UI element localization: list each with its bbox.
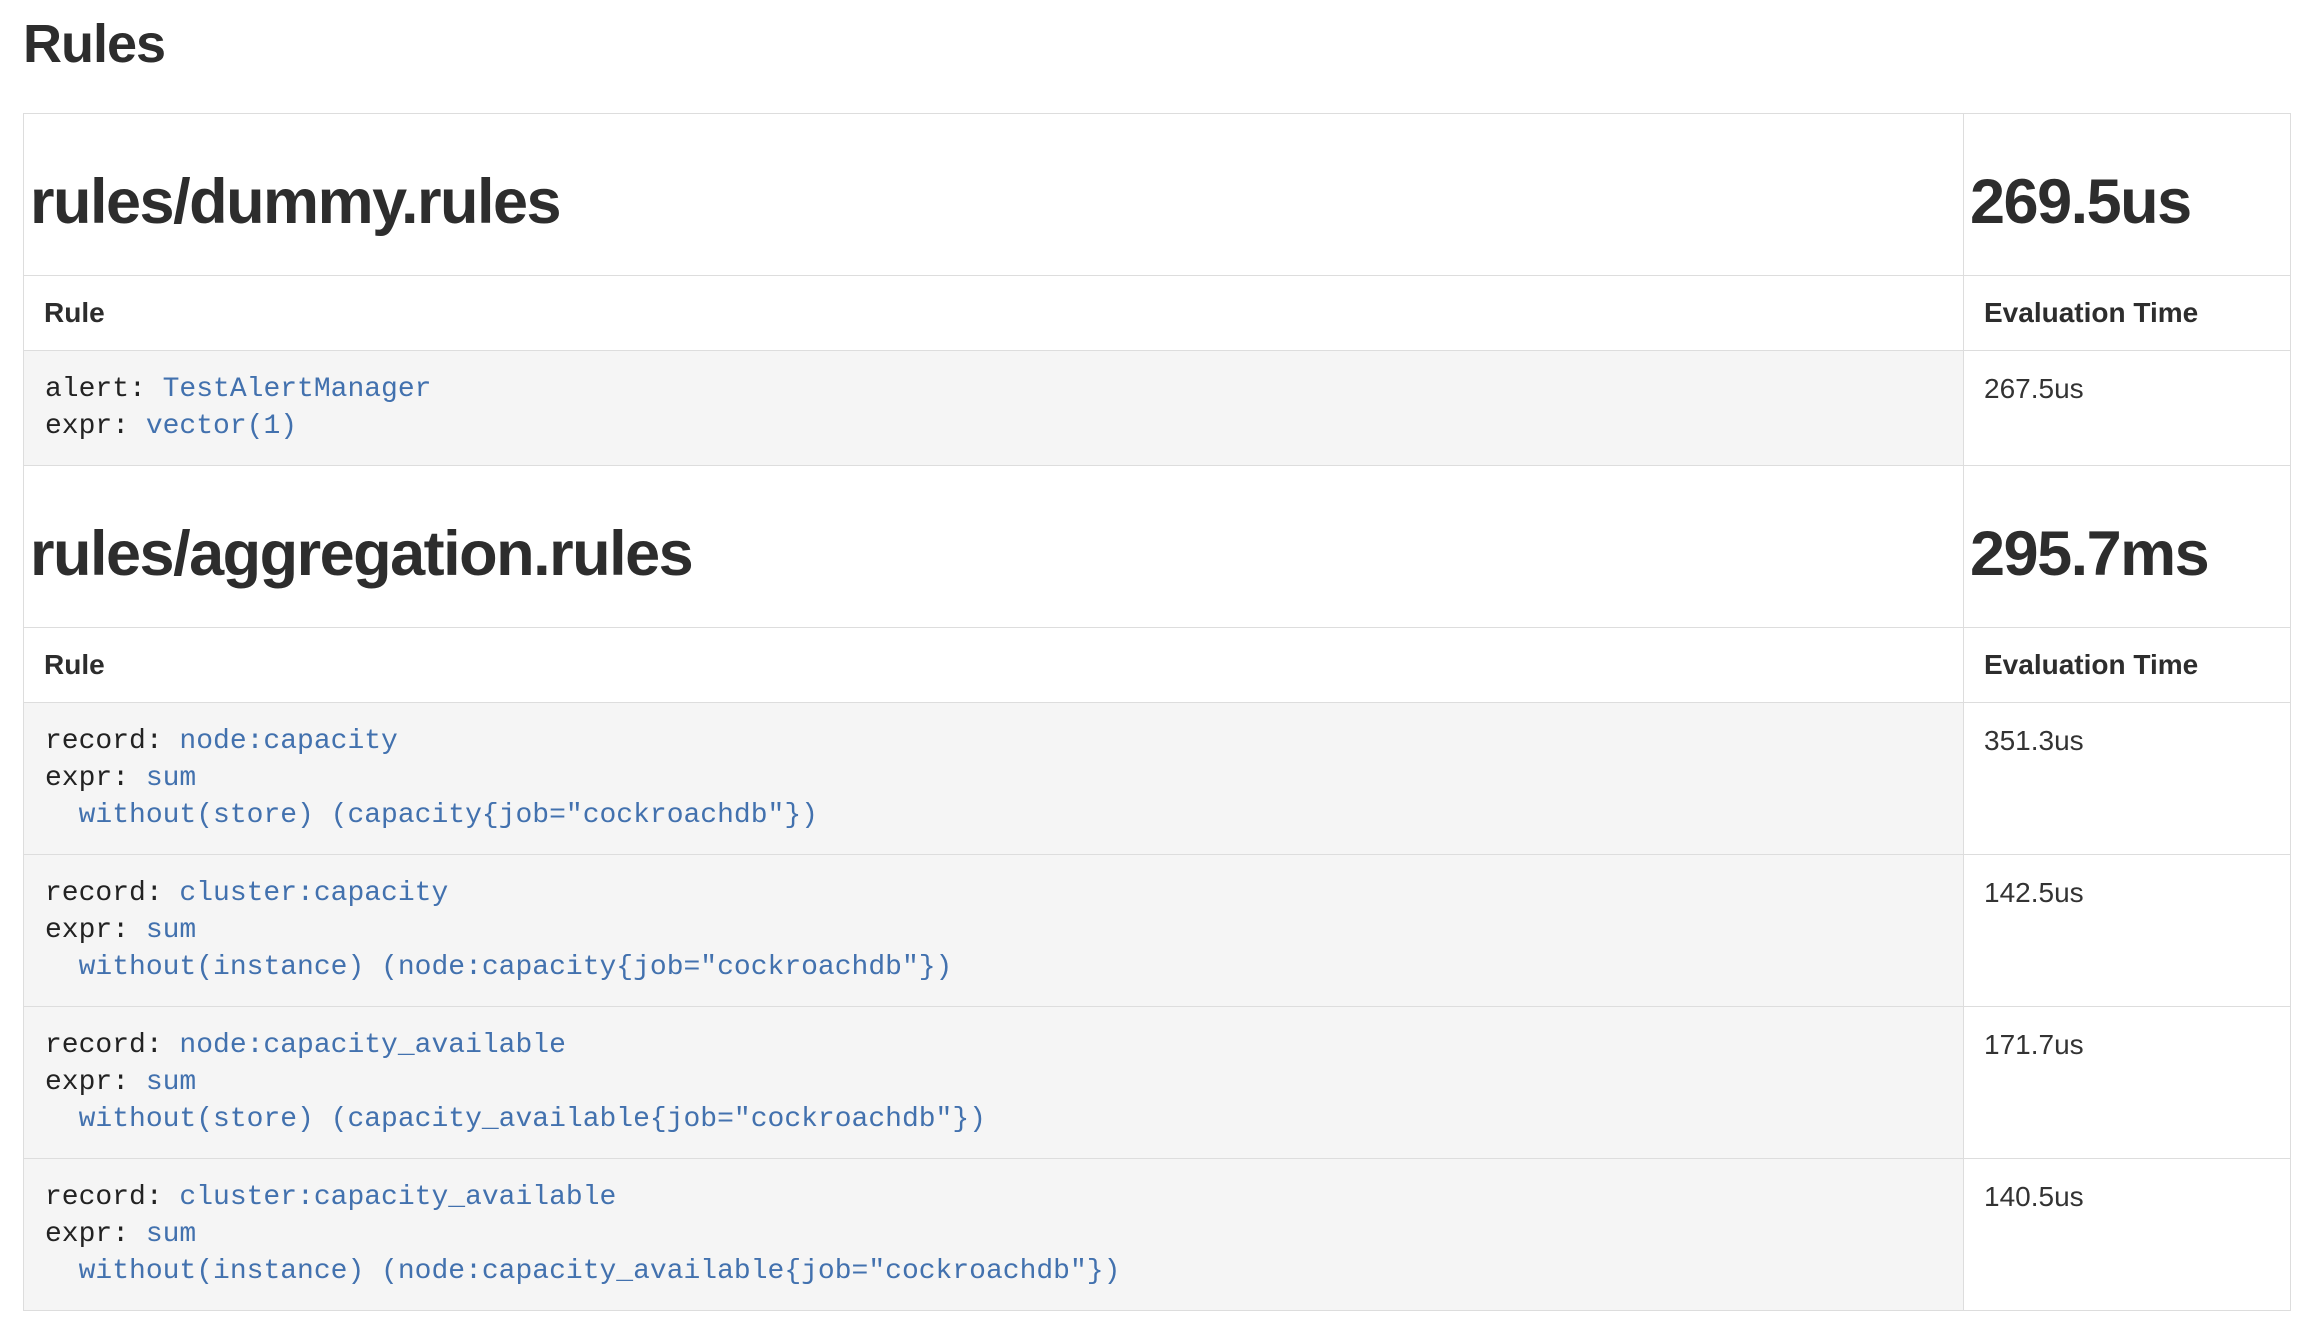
code-keyword: expr:	[45, 1219, 146, 1250]
code-line: record: node:capacity	[45, 723, 1942, 760]
code-line: expr: sum	[45, 760, 1942, 797]
rule-row: alert: TestAlertManagerexpr: vector(1)26…	[24, 351, 2291, 466]
code-line: expr: vector(1)	[45, 408, 1942, 445]
rules-table-body: rules/dummy.rules269.5usRuleEvaluation T…	[24, 114, 2291, 1311]
rule-code: record: node:capacity_availableexpr: sum…	[45, 1027, 1942, 1138]
rule-cell: alert: TestAlertManagerexpr: vector(1)	[24, 351, 1964, 466]
rule-row: record: cluster:capacity_availableexpr: …	[24, 1159, 2291, 1311]
evaluation-time-column-header: Evaluation Time	[1964, 628, 2291, 703]
rule-code: record: cluster:capacity_availableexpr: …	[45, 1179, 1942, 1290]
rule-column-header: Rule	[24, 628, 1964, 703]
rule-link[interactable]: vector(1)	[146, 411, 297, 442]
group-heading-row: rules/aggregation.rules 295.7ms	[24, 466, 2291, 628]
rule-link[interactable]: cluster:capacity_available	[179, 1182, 616, 1213]
code-line: without(instance) (node:capacity{job="co…	[45, 949, 1942, 986]
rule-code: record: cluster:capacityexpr: sum withou…	[45, 875, 1942, 986]
code-line: expr: sum	[45, 1216, 1942, 1253]
group-file-name: rules/aggregation.rules	[30, 519, 1943, 589]
code-keyword: record:	[45, 726, 179, 757]
rule-column-header: Rule	[24, 276, 1964, 351]
code-line: alert: TestAlertManager	[45, 371, 1942, 408]
code-line: record: cluster:capacity	[45, 875, 1942, 912]
evaluation-time-cell: 142.5us	[1964, 855, 2291, 1007]
rule-link[interactable]: sum	[146, 1219, 196, 1250]
rule-link[interactable]: without(instance) (node:capacity_availab…	[79, 1256, 1121, 1287]
rule-link[interactable]: without(store) (capacity_available{job="…	[79, 1104, 986, 1135]
rules-page: Rules rules/dummy.rules269.5usRuleEvalua…	[0, 0, 2316, 1311]
code-keyword: expr:	[45, 411, 146, 442]
code-keyword: alert:	[45, 374, 163, 405]
code-line: expr: sum	[45, 912, 1942, 949]
rule-link[interactable]: sum	[146, 763, 196, 794]
code-text	[45, 952, 79, 983]
code-keyword: record:	[45, 1182, 179, 1213]
code-text	[45, 1104, 79, 1135]
code-keyword: record:	[45, 1030, 179, 1061]
code-text	[45, 800, 79, 831]
rule-link[interactable]: sum	[146, 1067, 196, 1098]
code-line: without(store) (capacity_available{job="…	[45, 1101, 1942, 1138]
group-evaluation-total: 269.5us	[1970, 167, 2270, 237]
evaluation-time-cell: 267.5us	[1964, 351, 2291, 466]
rule-code: record: node:capacityexpr: sum without(s…	[45, 723, 1942, 834]
rule-row: record: node:capacity_availableexpr: sum…	[24, 1007, 2291, 1159]
rule-code: alert: TestAlertManagerexpr: vector(1)	[45, 371, 1942, 445]
code-keyword: expr:	[45, 1067, 146, 1098]
code-keyword: record:	[45, 878, 179, 909]
code-text	[45, 1256, 79, 1287]
rule-cell: record: cluster:capacity_availableexpr: …	[24, 1159, 1964, 1311]
rule-link[interactable]: cluster:capacity	[179, 878, 448, 909]
code-keyword: expr:	[45, 763, 146, 794]
group-evaluation-total: 295.7ms	[1970, 519, 2270, 589]
group-evaluation-total-cell: 295.7ms	[1964, 466, 2291, 628]
evaluation-time-cell: 351.3us	[1964, 703, 2291, 855]
evaluation-time-cell: 140.5us	[1964, 1159, 2291, 1311]
page-title: Rules	[23, 14, 2291, 74]
rule-link[interactable]: TestAlertManager	[163, 374, 432, 405]
rule-link[interactable]: without(store) (capacity{job="cockroachd…	[79, 800, 818, 831]
evaluation-time-column-header: Evaluation Time	[1964, 276, 2291, 351]
evaluation-time-cell: 171.7us	[1964, 1007, 2291, 1159]
column-header-row: RuleEvaluation Time	[24, 276, 2291, 351]
rule-link[interactable]: node:capacity	[179, 726, 397, 757]
rule-row: record: node:capacityexpr: sum without(s…	[24, 703, 2291, 855]
rule-cell: record: node:capacityexpr: sum without(s…	[24, 703, 1964, 855]
rule-cell: record: cluster:capacityexpr: sum withou…	[24, 855, 1964, 1007]
code-line: without(instance) (node:capacity_availab…	[45, 1253, 1942, 1290]
rule-link[interactable]: without(instance) (node:capacity{job="co…	[79, 952, 953, 983]
rules-table: rules/dummy.rules269.5usRuleEvaluation T…	[23, 113, 2291, 1311]
rule-row: record: cluster:capacityexpr: sum withou…	[24, 855, 2291, 1007]
rule-cell: record: node:capacity_availableexpr: sum…	[24, 1007, 1964, 1159]
rule-link[interactable]: node:capacity_available	[179, 1030, 565, 1061]
group-file-cell: rules/aggregation.rules	[24, 466, 1964, 628]
group-file-cell: rules/dummy.rules	[24, 114, 1964, 276]
column-header-row: RuleEvaluation Time	[24, 628, 2291, 703]
code-line: expr: sum	[45, 1064, 1942, 1101]
group-heading-row: rules/dummy.rules 269.5us	[24, 114, 2291, 276]
code-keyword: expr:	[45, 915, 146, 946]
group-evaluation-total-cell: 269.5us	[1964, 114, 2291, 276]
code-line: record: node:capacity_available	[45, 1027, 1942, 1064]
group-file-name: rules/dummy.rules	[30, 167, 1943, 237]
code-line: record: cluster:capacity_available	[45, 1179, 1942, 1216]
code-line: without(store) (capacity{job="cockroachd…	[45, 797, 1942, 834]
rule-link[interactable]: sum	[146, 915, 196, 946]
